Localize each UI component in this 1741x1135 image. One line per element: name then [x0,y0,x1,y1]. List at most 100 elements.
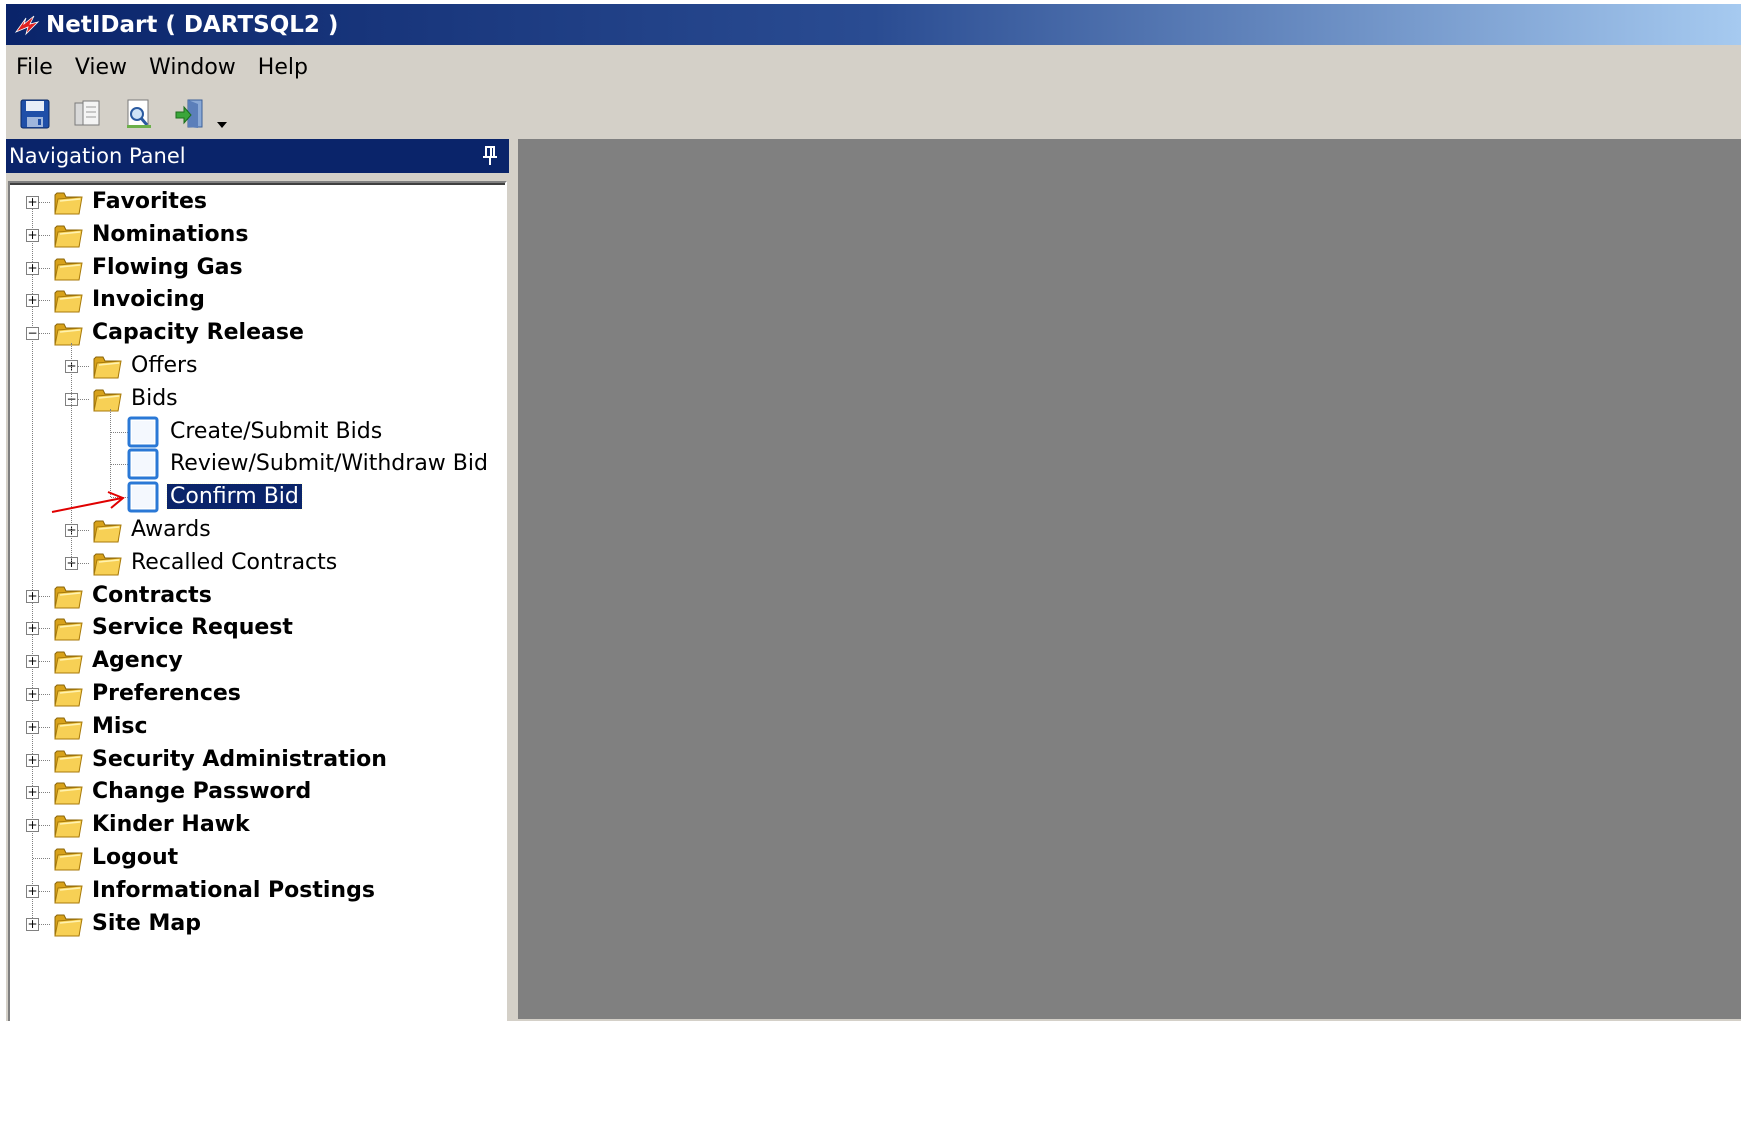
tree-item-label: Misc [92,713,148,739]
tree-item-label: Favorites [92,189,207,214]
folder-icon [54,914,83,937]
expand-icon[interactable]: + [26,753,39,767]
tree-item-capacity-release[interactable]: − Capacity Release [10,317,505,350]
tree-item-label: Change Password [92,779,312,805]
expand-icon[interactable]: + [26,884,39,898]
save-button[interactable] [14,93,56,135]
menu-file[interactable]: File [6,55,65,80]
tree-item-site-map[interactable]: + Site Map [10,908,505,941]
tree-item-label: Create/Submit Bids [170,418,383,444]
menu-window[interactable]: Window [139,55,248,80]
tree-item-label: Informational Postings [92,877,375,903]
menu-bar: File View Window Help [6,45,1741,89]
expand-icon[interactable]: + [26,786,39,800]
copy-icon [74,100,100,126]
exit-button[interactable] [170,93,212,135]
expand-icon[interactable]: + [26,655,39,669]
tree-item-change-password[interactable]: + Change Password [10,776,505,809]
tree-item-label: Preferences [92,681,241,706]
tree-item-invoicing[interactable]: + Invoicing [10,284,505,317]
tree-item-label: Flowing Gas [92,254,243,280]
tree-item-service-request[interactable]: + Service Request [10,612,505,645]
pin-icon[interactable] [481,145,499,167]
folder-icon [93,389,122,412]
folder-icon [54,651,83,674]
tree-item-security-administration[interactable]: + Security Administration [10,744,505,777]
toolbar-overflow-button[interactable] [212,93,232,135]
navigation-tree-container[interactable]: + Favorites + Nominations + Flowing Gas + Invoi… [8,181,507,1135]
tree-item-offers[interactable]: + Offers [10,350,505,383]
folder-icon [54,848,83,871]
folder-icon [54,717,83,740]
navigation-panel-header: Navigation Panel [6,139,509,173]
window-title: NetIDart ( DARTSQL2 ) [46,11,339,38]
folder-icon [54,290,83,313]
tree-item-preferences[interactable]: + Preferences [10,678,505,711]
page-icon [127,416,159,448]
expand-icon[interactable]: + [26,294,39,308]
tree-item-label: Recalled Contracts [131,549,338,575]
expand-icon[interactable]: + [26,261,39,275]
tree-item-nominations[interactable]: + Nominations [10,219,505,252]
folder-icon [54,881,83,904]
folder-icon [54,684,83,707]
expand-icon[interactable]: + [26,917,39,931]
copy-button[interactable] [66,93,108,135]
tree-connector-line [33,858,50,859]
print-preview-button[interactable] [118,93,160,135]
red-arrow-annotation-icon [51,491,125,513]
title-bar[interactable]: NetIDart ( DARTSQL2 ) [6,4,1741,45]
folder-icon [93,520,122,543]
folder-icon [54,815,83,838]
tree-item-agency[interactable]: + Agency [10,645,505,678]
tree-item-misc[interactable]: + Misc [10,711,505,744]
expand-icon[interactable]: + [26,819,39,833]
tree-item-label: Security Administration [92,746,387,772]
tree-item-recalled-contracts[interactable]: + Recalled Contracts [10,547,505,580]
tree-item-label: Contracts [92,582,212,608]
expand-icon[interactable]: + [26,228,39,242]
toolbar [6,89,1741,139]
expand-icon[interactable]: + [26,688,39,701]
mdi-workspace [518,139,1741,1019]
tree-connector-line [111,431,128,433]
tree-item-review-submit-withdraw-bid[interactable]: Review/Submit/Withdraw Bid [10,448,505,481]
tree-item-label: Service Request [92,615,293,641]
tree-item-favorites[interactable]: + Favorites [10,186,505,219]
expand-icon[interactable]: + [26,589,39,603]
menu-help[interactable]: Help [248,55,320,80]
tree-item-flowing-gas[interactable]: + Flowing Gas [10,252,505,285]
tree-connector-line [111,464,128,466]
tree-item-label: Logout [92,845,179,870]
folder-icon [54,618,83,641]
tree-item-bids[interactable]: − Bids [10,383,505,416]
collapse-icon[interactable]: − [26,327,39,341]
tree-item-kinder-hawk[interactable]: + Kinder Hawk [10,809,505,842]
folder-icon [54,323,83,346]
page-icon [127,481,159,513]
tree-item-label: Confirm Bid [166,483,303,511]
page-icon [127,448,159,480]
tree-item-awards[interactable]: + Awards [10,514,505,547]
expand-icon[interactable]: + [26,720,39,734]
chevron-down-icon [217,122,227,128]
expand-icon[interactable]: + [26,622,39,636]
tree-item-label: Review/Submit/Withdraw Bid [170,451,488,477]
folder-icon [54,192,83,215]
tree-item-logout[interactable]: Logout [10,842,505,875]
tree-item-label: Kinder Hawk [92,812,250,838]
tree-item-label: Capacity Release [92,320,304,346]
navigation-panel: Navigation Panel + Favorites + Nominations +… [6,139,509,1135]
netidart-logo-icon [14,15,40,35]
tree-item-label: Agency [92,648,183,674]
folder-icon [54,258,83,281]
tree-item-contracts[interactable]: + Contracts [10,580,505,613]
folder-icon [54,782,83,805]
tree-item-informational-postings[interactable]: + Informational Postings [10,875,505,908]
folder-icon [93,356,122,379]
menu-view[interactable]: View [65,55,139,80]
folder-icon [54,225,83,248]
expand-icon[interactable]: + [26,196,39,209]
folder-icon [54,586,83,609]
tree-item-create-submit-bids[interactable]: Create/Submit Bids [10,416,505,449]
